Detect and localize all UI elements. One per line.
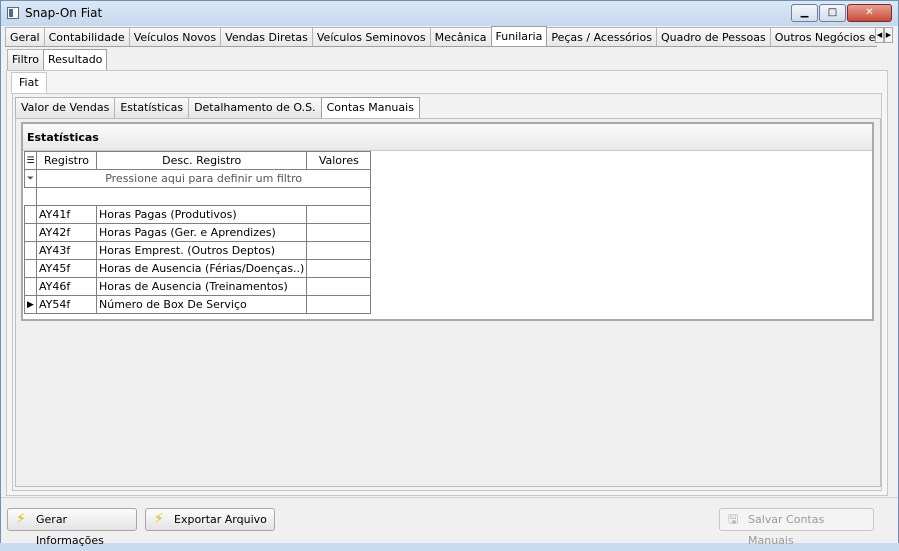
cell-registro[interactable]: AY46f <box>36 277 97 296</box>
title-bar[interactable]: Snap-On Fiat ▁ □ ✕ <box>1 1 898 26</box>
cell-valores[interactable] <box>306 295 372 314</box>
cell-valores[interactable] <box>306 205 372 224</box>
table-row[interactable]: ▶ AY54f Número de Box De Serviço <box>24 295 372 314</box>
tab-outros-negocios[interactable]: Outros Negócios e Outras Mar <box>769 27 877 46</box>
gerar-informacoes-label: Gerar Informações <box>36 513 104 547</box>
tab-estatisticas[interactable]: Estatísticas <box>114 97 190 118</box>
maximize-button[interactable]: □ <box>819 4 846 22</box>
data-grid: ☰ Registro Desc. Registro Valores ⏷ Pres… <box>24 151 372 314</box>
cell-valores[interactable] <box>306 223 372 242</box>
window-title: Snap-On Fiat <box>25 6 103 20</box>
table-row[interactable]: AY41f Horas Pagas (Produtivos) <box>24 205 372 224</box>
cell-valores[interactable] <box>306 259 372 278</box>
tab-pecas-acessorios[interactable]: Peças / Acessórios <box>546 27 657 46</box>
tab-detalhamento-os[interactable]: Detalhamento de O.S. <box>188 97 322 118</box>
filter-hint[interactable]: Pressione aqui para definir um filtro <box>35 169 372 188</box>
close-icon: ✕ <box>865 7 874 18</box>
cell-registro[interactable]: AY43f <box>36 241 97 260</box>
salvar-contas-manuais-button[interactable]: 🖫 Salvar Contas Manuais <box>719 508 874 547</box>
filter-icon[interactable]: ⏷ <box>24 169 37 188</box>
tab-mecanica[interactable]: Mecânica <box>429 27 492 46</box>
grid-separator <box>25 187 372 206</box>
cell-desc-registro[interactable]: Horas Pagas (Ger. e Aprendizes) <box>95 223 308 242</box>
save-icon: 🖫 <box>728 512 739 526</box>
cell-registro[interactable]: AY54f <box>36 295 97 314</box>
tab-contas-manuais[interactable]: Contas Manuais <box>320 97 420 118</box>
cell-registro[interactable]: AY45f <box>36 259 97 278</box>
tab-funilaria[interactable]: Funilaria <box>490 26 548 46</box>
bottom-button-bar: ⚡ Gerar Informações ⚡ Exportar Arquivo 🖫… <box>1 497 898 547</box>
tab-geral[interactable]: Geral <box>5 27 45 46</box>
tab-veiculos-novos[interactable]: Veículos Novos <box>128 27 222 46</box>
tab-veiculos-seminovos[interactable]: Veículos Seminovos <box>311 27 431 46</box>
sub-tab-strip: Filtro Resultado <box>7 49 108 71</box>
maximize-icon: □ <box>827 7 838 18</box>
table-row[interactable]: AY45f Horas de Ausencia (Férias/Doenças.… <box>24 259 372 278</box>
lightning-icon: ⚡ <box>16 511 26 527</box>
estatisticas-grid: Estatísticas ☰ Registro Desc. Registro V… <box>21 122 874 321</box>
tab-quadro-de-pessoas[interactable]: Quadro de Pessoas <box>655 27 771 46</box>
grid-title: Estatísticas <box>23 124 872 151</box>
close-button[interactable]: ✕ <box>847 4 892 22</box>
tab-vendas-diretas[interactable]: Vendas Diretas <box>220 27 313 46</box>
column-header-valores[interactable]: Valores <box>306 151 372 170</box>
exportar-arquivo-button[interactable]: ⚡ Exportar Arquivo <box>145 508 275 531</box>
tab-fiat[interactable]: Fiat <box>11 72 47 94</box>
cell-registro[interactable]: AY41f <box>36 205 97 224</box>
cell-desc-registro[interactable]: Número de Box De Serviço <box>95 295 308 314</box>
cell-desc-registro[interactable]: Horas de Ausencia (Férias/Doenças..) <box>95 259 308 278</box>
tab-scroll-left-icon[interactable]: ◀ <box>875 27 884 43</box>
minimize-icon: ▁ <box>800 7 809 18</box>
table-row[interactable]: AY42f Horas Pagas (Ger. e Aprendizes) <box>24 223 372 242</box>
exportar-arquivo-label: Exportar Arquivo <box>174 513 267 526</box>
cell-desc-registro[interactable]: Horas Emprest. (Outros Deptos) <box>95 241 308 260</box>
tab-scroll-right-icon[interactable]: ▶ <box>884 27 893 43</box>
main-tab-strip: Geral Contabilidade Veículos Novos Vendas D… <box>5 26 877 47</box>
tab-scroll-arrows: ◀ ▶ <box>875 27 893 43</box>
cell-valores[interactable] <box>306 277 372 296</box>
column-header-desc-registro[interactable]: Desc. Registro <box>95 151 308 170</box>
minimize-button[interactable]: ▁ <box>791 4 818 22</box>
grid-header-row: ☰ Registro Desc. Registro Valores <box>24 151 372 170</box>
cell-valores[interactable] <box>306 241 372 260</box>
application-window: Snap-On Fiat ▁ □ ✕ Geral Contabilidade Veí… <box>0 0 899 547</box>
table-row[interactable]: AY46f Horas de Ausencia (Treinamentos) <box>24 277 372 296</box>
cell-registro[interactable]: AY42f <box>36 223 97 242</box>
gerar-informacoes-button[interactable]: ⚡ Gerar Informações <box>7 508 137 547</box>
salvar-contas-manuais-label: Salvar Contas Manuais <box>748 513 825 547</box>
table-row[interactable]: AY43f Horas Emprest. (Outros Deptos) <box>24 241 372 260</box>
tab-contabilidade[interactable]: Contabilidade <box>43 27 130 46</box>
inner-tab-strip: Valor de Vendas Estatísticas Detalhamento … <box>15 97 420 118</box>
column-header-registro[interactable]: Registro <box>36 151 97 170</box>
tab-filtro[interactable]: Filtro <box>7 49 44 70</box>
cell-desc-registro[interactable]: Horas de Ausencia (Treinamentos) <box>95 277 308 296</box>
column-chooser-icon[interactable]: ☰ <box>24 151 37 170</box>
lightning-icon: ⚡ <box>154 511 164 527</box>
current-row-indicator-icon: ▶ <box>24 295 37 314</box>
cell-desc-registro[interactable]: Horas Pagas (Produtivos) <box>95 205 308 224</box>
app-icon <box>7 7 19 19</box>
tab-resultado[interactable]: Resultado <box>42 49 108 70</box>
filter-row[interactable]: ⏷ Pressione aqui para definir um filtro <box>24 169 372 188</box>
tab-valor-de-vendas[interactable]: Valor de Vendas <box>15 97 116 118</box>
